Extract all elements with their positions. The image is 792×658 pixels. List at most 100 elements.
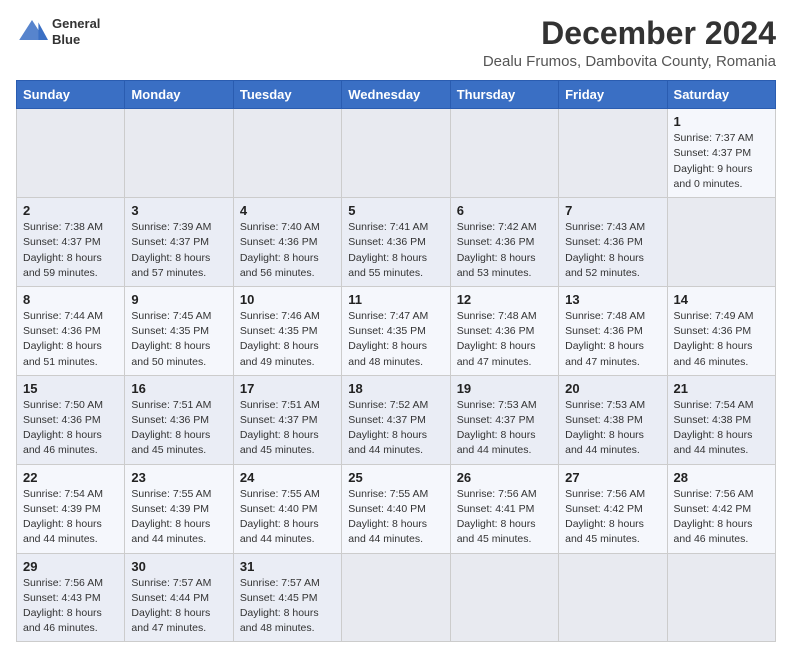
calendar-day-cell xyxy=(233,109,341,198)
day-number: 19 xyxy=(457,381,552,396)
calendar-day-cell: 1 Sunrise: 7:37 AMSunset: 4:37 PMDaylight… xyxy=(667,109,775,198)
day-detail: Sunrise: 7:37 AMSunset: 4:37 PMDaylight:… xyxy=(674,131,769,192)
calendar-week-row: 1 Sunrise: 7:37 AMSunset: 4:37 PMDaylight… xyxy=(17,109,776,198)
day-number: 23 xyxy=(131,470,226,485)
calendar-day-cell: 17 Sunrise: 7:51 AMSunset: 4:37 PMDayligh… xyxy=(233,375,341,464)
day-number: 31 xyxy=(240,559,335,574)
day-detail: Sunrise: 7:38 AMSunset: 4:37 PMDaylight:… xyxy=(23,220,118,281)
day-number: 30 xyxy=(131,559,226,574)
calendar-day-cell xyxy=(559,109,667,198)
calendar-day-cell: 12 Sunrise: 7:48 AMSunset: 4:36 PMDayligh… xyxy=(450,286,558,375)
day-number: 8 xyxy=(23,292,118,307)
day-number: 1 xyxy=(674,114,769,129)
day-detail: Sunrise: 7:43 AMSunset: 4:36 PMDaylight:… xyxy=(565,220,660,281)
day-number: 16 xyxy=(131,381,226,396)
day-detail: Sunrise: 7:51 AMSunset: 4:36 PMDaylight:… xyxy=(131,398,226,459)
day-detail: Sunrise: 7:56 AMSunset: 4:43 PMDaylight:… xyxy=(23,576,118,637)
calendar-day-cell: 23Sunrise: 7:55 AMSunset: 4:39 PMDayligh… xyxy=(125,464,233,553)
day-detail: Sunrise: 7:40 AMSunset: 4:36 PMDaylight:… xyxy=(240,220,335,281)
day-number: 2 xyxy=(23,203,118,218)
weekday-header-sunday: Sunday xyxy=(17,81,125,109)
calendar-week-row: 29 Sunrise: 7:56 AMSunset: 4:43 PMDayligh… xyxy=(17,553,776,642)
day-detail: Sunrise: 7:55 AMSunset: 4:40 PMDaylight:… xyxy=(240,487,335,548)
calendar-day-cell: 10 Sunrise: 7:46 AMSunset: 4:35 PMDayligh… xyxy=(233,286,341,375)
calendar-day-cell xyxy=(667,198,775,287)
day-number: 15 xyxy=(23,381,118,396)
day-detail: Sunrise: 7:56 AMSunset: 4:42 PMDaylight:… xyxy=(674,487,769,548)
calendar-day-cell: 4 Sunrise: 7:40 AMSunset: 4:36 PMDaylight… xyxy=(233,198,341,287)
calendar-day-cell: 29 Sunrise: 7:56 AMSunset: 4:43 PMDayligh… xyxy=(17,553,125,642)
day-number: 4 xyxy=(240,203,335,218)
calendar-day-cell: 16 Sunrise: 7:51 AMSunset: 4:36 PMDayligh… xyxy=(125,375,233,464)
calendar-table: SundayMondayTuesdayWednesdayThursdayFrid… xyxy=(16,80,776,642)
calendar-day-cell: 21 Sunrise: 7:54 AMSunset: 4:38 PMDayligh… xyxy=(667,375,775,464)
logo-icon xyxy=(16,16,48,48)
calendar-day-cell: 6Sunrise: 7:42 AMSunset: 4:36 PMDaylight… xyxy=(450,198,558,287)
subtitle: Dealu Frumos, Dambovita County, Romania xyxy=(483,53,776,70)
calendar-day-cell: 27Sunrise: 7:56 AMSunset: 4:42 PMDayligh… xyxy=(559,464,667,553)
calendar-day-cell: 9 Sunrise: 7:45 AMSunset: 4:35 PMDaylight… xyxy=(125,286,233,375)
day-detail: Sunrise: 7:51 AMSunset: 4:37 PMDaylight:… xyxy=(240,398,335,459)
day-number: 7 xyxy=(565,203,660,218)
day-detail: Sunrise: 7:50 AMSunset: 4:36 PMDaylight:… xyxy=(23,398,118,459)
calendar-day-cell xyxy=(559,553,667,642)
calendar-day-cell: 22Sunrise: 7:54 AMSunset: 4:39 PMDayligh… xyxy=(17,464,125,553)
day-number: 12 xyxy=(457,292,552,307)
day-number: 5 xyxy=(348,203,443,218)
calendar-day-cell: 15 Sunrise: 7:50 AMSunset: 4:36 PMDayligh… xyxy=(17,375,125,464)
day-detail: Sunrise: 7:48 AMSunset: 4:36 PMDaylight:… xyxy=(457,309,552,370)
logo: General Blue xyxy=(16,16,100,48)
day-number: 20 xyxy=(565,381,660,396)
calendar-day-cell: 19Sunrise: 7:53 AMSunset: 4:37 PMDayligh… xyxy=(450,375,558,464)
day-number: 25 xyxy=(348,470,443,485)
calendar-day-cell xyxy=(342,553,450,642)
day-detail: Sunrise: 7:52 AMSunset: 4:37 PMDaylight:… xyxy=(348,398,443,459)
calendar-day-cell: 5 Sunrise: 7:41 AMSunset: 4:36 PMDaylight… xyxy=(342,198,450,287)
calendar-day-cell: 2 Sunrise: 7:38 AMSunset: 4:37 PMDaylight… xyxy=(17,198,125,287)
calendar-day-cell: 31Sunrise: 7:57 AMSunset: 4:45 PMDayligh… xyxy=(233,553,341,642)
calendar-day-cell: 20Sunrise: 7:53 AMSunset: 4:38 PMDayligh… xyxy=(559,375,667,464)
calendar-day-cell: 8 Sunrise: 7:44 AMSunset: 4:36 PMDaylight… xyxy=(17,286,125,375)
calendar-day-cell: 3Sunrise: 7:39 AMSunset: 4:37 PMDaylight… xyxy=(125,198,233,287)
weekday-header-monday: Monday xyxy=(125,81,233,109)
day-number: 14 xyxy=(674,292,769,307)
calendar-day-cell: 25 Sunrise: 7:55 AMSunset: 4:40 PMDayligh… xyxy=(342,464,450,553)
weekday-header-saturday: Saturday xyxy=(667,81,775,109)
day-number: 26 xyxy=(457,470,552,485)
calendar-day-cell: 24Sunrise: 7:55 AMSunset: 4:40 PMDayligh… xyxy=(233,464,341,553)
day-detail: Sunrise: 7:55 AMSunset: 4:40 PMDaylight:… xyxy=(348,487,443,548)
day-detail: Sunrise: 7:48 AMSunset: 4:36 PMDaylight:… xyxy=(565,309,660,370)
calendar-day-cell: 14Sunrise: 7:49 AMSunset: 4:36 PMDayligh… xyxy=(667,286,775,375)
day-detail: Sunrise: 7:46 AMSunset: 4:35 PMDaylight:… xyxy=(240,309,335,370)
day-number: 29 xyxy=(23,559,118,574)
day-number: 18 xyxy=(348,381,443,396)
calendar-day-cell: 18 Sunrise: 7:52 AMSunset: 4:37 PMDayligh… xyxy=(342,375,450,464)
calendar-week-row: 15 Sunrise: 7:50 AMSunset: 4:36 PMDayligh… xyxy=(17,375,776,464)
weekday-header-row: SundayMondayTuesdayWednesdayThursdayFrid… xyxy=(17,81,776,109)
calendar-day-cell: 28 Sunrise: 7:56 AMSunset: 4:42 PMDayligh… xyxy=(667,464,775,553)
day-number: 9 xyxy=(131,292,226,307)
logo-text: General Blue xyxy=(52,16,100,47)
title-block: December 2024 Dealu Frumos, Dambovita Co… xyxy=(483,16,776,70)
calendar-day-cell xyxy=(342,109,450,198)
main-title: December 2024 xyxy=(483,16,776,51)
day-detail: Sunrise: 7:56 AMSunset: 4:42 PMDaylight:… xyxy=(565,487,660,548)
day-number: 10 xyxy=(240,292,335,307)
day-detail: Sunrise: 7:41 AMSunset: 4:36 PMDaylight:… xyxy=(348,220,443,281)
calendar-week-row: 2 Sunrise: 7:38 AMSunset: 4:37 PMDaylight… xyxy=(17,198,776,287)
day-number: 21 xyxy=(674,381,769,396)
day-detail: Sunrise: 7:54 AMSunset: 4:39 PMDaylight:… xyxy=(23,487,118,548)
day-detail: Sunrise: 7:54 AMSunset: 4:38 PMDaylight:… xyxy=(674,398,769,459)
day-detail: Sunrise: 7:44 AMSunset: 4:36 PMDaylight:… xyxy=(23,309,118,370)
weekday-header-thursday: Thursday xyxy=(450,81,558,109)
calendar-day-cell xyxy=(667,553,775,642)
day-number: 3 xyxy=(131,203,226,218)
calendar-day-cell: 13Sunrise: 7:48 AMSunset: 4:36 PMDayligh… xyxy=(559,286,667,375)
calendar-day-cell: 7 Sunrise: 7:43 AMSunset: 4:36 PMDaylight… xyxy=(559,198,667,287)
day-number: 17 xyxy=(240,381,335,396)
day-detail: Sunrise: 7:56 AMSunset: 4:41 PMDaylight:… xyxy=(457,487,552,548)
day-detail: Sunrise: 7:45 AMSunset: 4:35 PMDaylight:… xyxy=(131,309,226,370)
calendar-day-cell: 26 Sunrise: 7:56 AMSunset: 4:41 PMDayligh… xyxy=(450,464,558,553)
day-number: 28 xyxy=(674,470,769,485)
calendar-day-cell xyxy=(450,553,558,642)
